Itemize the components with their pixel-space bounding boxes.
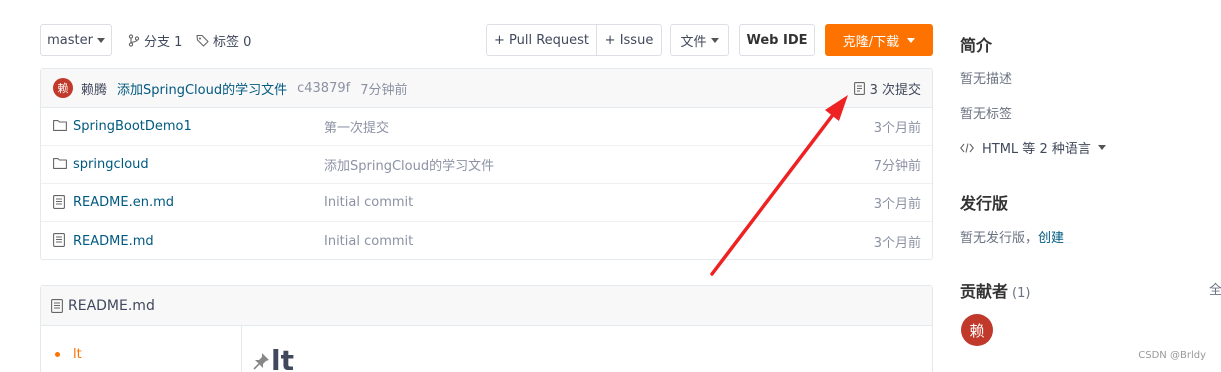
table-row[interactable]: springcloud 添加SpringCloud的学习文件 7分钟前 [41,146,932,184]
releases-text: 暂无发行版，创建 [960,227,1064,246]
repo-sidebar: 简介 暂无描述 暂无标签 HTML 等 2 种语言 发行版 暂无发行版，创建 贡… [960,0,1221,372]
branches-link[interactable]: 分支 1 [128,24,182,56]
clone-download-button[interactable]: 克隆/下载 [825,24,933,56]
commit-count: 3 次提交 [869,83,921,98]
branches-count: 分支 1 [144,34,183,50]
releases-title: 发行版 [960,194,1009,213]
tags-text: 暂无标签 [960,107,1013,122]
chevron-down-icon [907,37,916,43]
file-time: 7分钟前 [873,159,921,174]
pull-request-button[interactable]: + Pull Request [487,25,596,55]
no-releases-text: 暂无发行版， [960,231,1039,246]
contributors-label: 贡献者 [960,282,1009,301]
bullet-icon [55,352,60,357]
table-row[interactable]: SpringBootDemo1 第一次提交 3个月前 [41,108,932,146]
contributor-avatar[interactable]: 赖 [961,314,993,346]
issue-button[interactable]: + Issue [596,25,661,55]
latest-commit-bar: 赖 赖腾 添加SpringCloud的学习文件 c43879f 7分钟前 3 次… [41,69,932,108]
file-label: 文件 [680,34,707,50]
folder-icon [53,158,67,169]
web-ide-button[interactable]: Web IDE [739,24,815,56]
folder-icon [53,120,67,131]
file-commit-message[interactable]: 第一次提交 [324,117,389,136]
readme-body: lt lt [41,326,932,372]
avatar[interactable]: 赖 [53,78,73,98]
branch-icon [128,33,140,47]
watermark: CSDN @Brldy [1138,350,1206,361]
toc-item[interactable]: lt [55,347,82,362]
intro-title: 简介 [960,36,993,55]
readme-heading: lt [253,344,294,372]
commit-message[interactable]: 添加SpringCloud的学习文件 [117,79,287,98]
languages-label: HTML 等 2 种语言 [982,142,1091,157]
readme-heading-text: lt [271,344,294,372]
file-name[interactable]: README.md [73,234,154,249]
pr-issue-group: + Pull Request + Issue [486,24,662,56]
all-contributors-link[interactable]: 全 [1209,279,1221,298]
chevron-down-icon [1097,145,1106,150]
file-icon [53,233,65,247]
file-icon [53,195,65,209]
tag-icon [196,34,209,47]
readme-filename: README.md [68,297,155,314]
tags-count: 标签 0 [213,34,252,50]
file-list-panel: 赖 赖腾 添加SpringCloud的学习文件 c43879f 7分钟前 3 次… [40,68,933,260]
pin-icon[interactable] [253,352,271,370]
commit-hash[interactable]: c43879f [297,81,350,96]
file-name[interactable]: README.en.md [73,195,174,210]
file-commit-message[interactable]: Initial commit [324,195,413,210]
file-time: 3个月前 [873,197,921,212]
table-row[interactable]: README.md Initial commit 3个月前 [41,222,932,260]
languages-dropdown[interactable]: HTML 等 2 种语言 [960,138,1106,157]
create-release-link[interactable]: 创建 [1038,231,1064,246]
toc-item-label: lt [73,347,82,362]
file-name[interactable]: SpringBootDemo1 [73,119,192,134]
commit-log-icon [853,82,865,95]
chevron-down-icon [710,37,719,43]
clone-label: 克隆/下载 [842,34,900,50]
readme-toc: lt [41,326,242,372]
file-icon [51,298,63,313]
code-icon [960,142,974,153]
readme-header: README.md [41,286,932,326]
contributors-count: (1) [1012,286,1031,301]
table-row[interactable]: README.en.md Initial commit 3个月前 [41,184,932,222]
file-commit-message[interactable]: Initial commit [324,234,413,249]
file-menu-button[interactable]: 文件 [670,24,729,56]
tags-link[interactable]: 标签 0 [196,24,251,56]
readme-panel: README.md lt lt [40,285,933,372]
file-time: 3个月前 [873,235,921,251]
commit-time: 7分钟前 [360,82,408,98]
file-commit-message[interactable]: 添加SpringCloud的学习文件 [324,155,494,174]
chevron-down-icon [96,37,105,43]
file-time: 3个月前 [873,121,921,136]
branch-select[interactable]: master [40,24,112,56]
description-text: 暂无描述 [960,72,1013,87]
commit-count-link[interactable]: 3 次提交 [853,69,921,108]
branch-label: master [47,32,93,48]
file-name[interactable]: springcloud [73,157,149,172]
contributors-title: 贡献者 (1) [960,278,1030,302]
repo-toolbar: master 分支 1 标签 0 + Pull Request + Issue … [40,24,933,56]
commit-author[interactable]: 赖腾 [81,79,107,98]
